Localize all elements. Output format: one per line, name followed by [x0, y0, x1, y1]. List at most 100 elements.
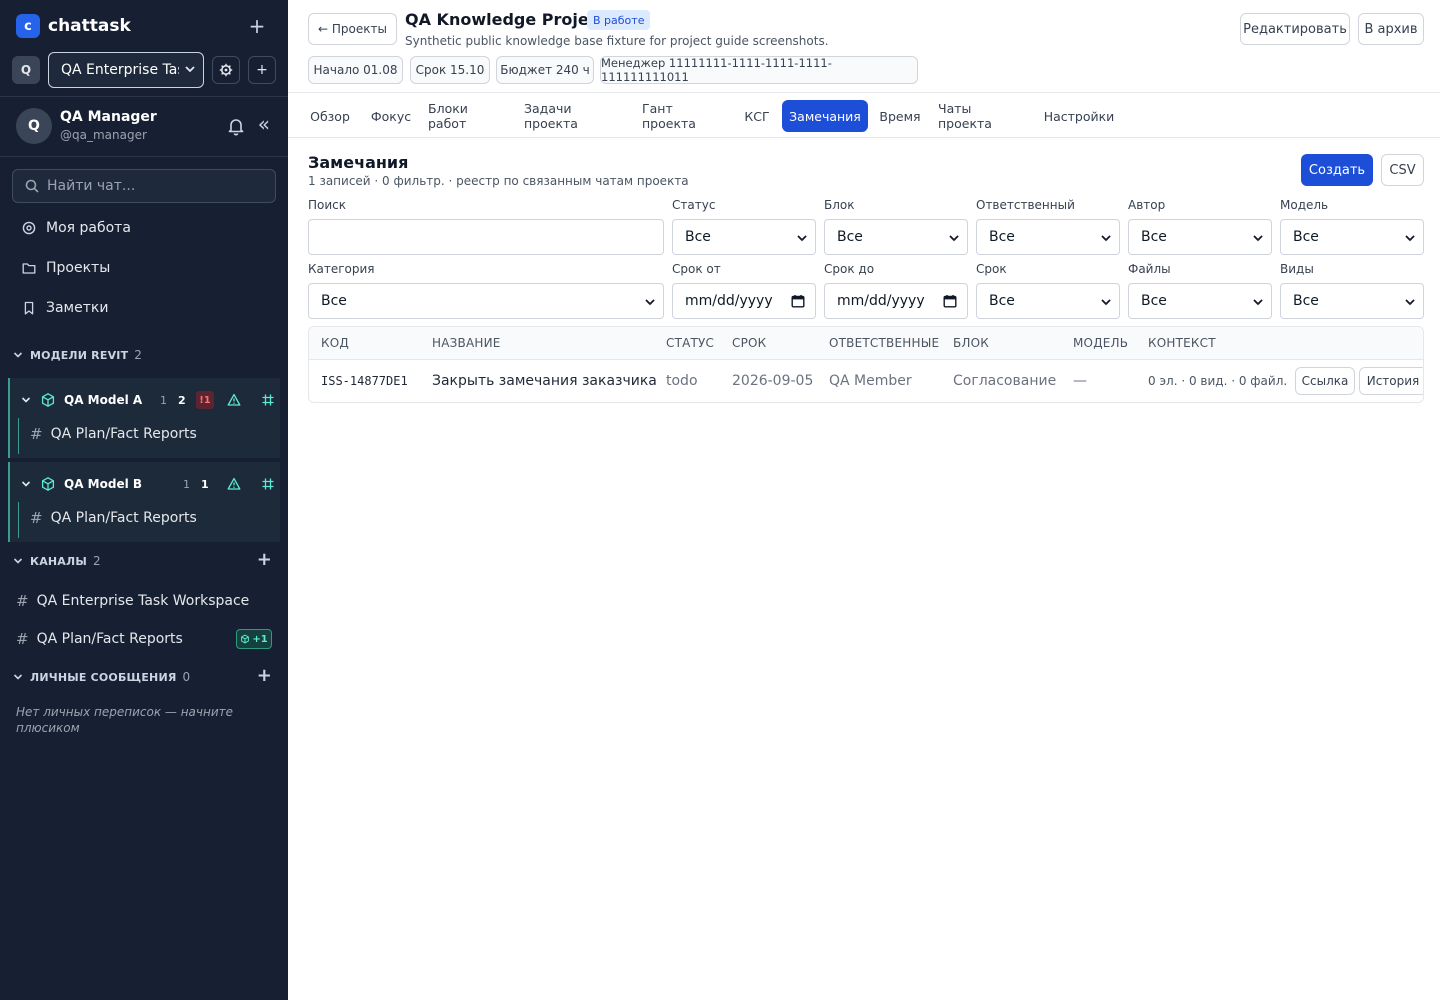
- add-workspace-button[interactable]: +: [248, 56, 276, 84]
- warning-icon[interactable]: [227, 393, 241, 407]
- workspace-select[interactable]: QA Enterprise Task Workspace: [48, 52, 204, 88]
- badge-text: +1: [252, 633, 268, 645]
- new-chat-button[interactable]: +: [242, 11, 272, 41]
- tab-work-blocks[interactable]: Блоки работ: [428, 100, 510, 132]
- section-subtitle: 1 записей · 0 фильтр. · реестр по связан…: [308, 174, 689, 188]
- filter-label: Срок от: [672, 262, 721, 276]
- warning-icon[interactable]: [227, 477, 241, 491]
- field-value: Все: [989, 229, 1015, 245]
- model-channel-item[interactable]: # QA Plan/Fact Reports: [30, 422, 197, 446]
- tab-overview[interactable]: Обзор: [306, 100, 354, 132]
- filter-label: Блок: [824, 198, 855, 212]
- tab-issues[interactable]: Замечания: [782, 100, 868, 132]
- channel-name: QA Plan/Fact Reports: [50, 510, 197, 526]
- tree-line: [18, 502, 19, 538]
- issue-name[interactable]: Закрыть замечания заказчика: [432, 373, 657, 389]
- model-channel-item[interactable]: # QA Plan/Fact Reports: [30, 506, 197, 530]
- status-select[interactable]: Все: [672, 219, 816, 255]
- edit-project-button[interactable]: Редактировать: [1240, 13, 1350, 45]
- tab-time[interactable]: Время: [878, 100, 922, 132]
- collapse-sidebar-icon[interactable]: «: [258, 114, 270, 134]
- nav-notes[interactable]: Заметки: [16, 292, 272, 324]
- tab-project-gantt[interactable]: Гант проекта: [642, 100, 728, 132]
- tab-settings[interactable]: Настройки: [1044, 100, 1115, 132]
- column-header[interactable]: КОД: [321, 336, 349, 350]
- author-select[interactable]: Все: [1128, 219, 1272, 255]
- field-value: Все: [1293, 229, 1319, 245]
- filter-label: Статус: [672, 198, 716, 212]
- channel-model-badge[interactable]: +1: [236, 629, 272, 649]
- column-header[interactable]: СРОК: [732, 336, 766, 350]
- section-dms-header[interactable]: ЛИЧНЫЕ СООБЩЕНИЯ 0 +: [12, 665, 276, 687]
- column-header[interactable]: НАЗВАНИЕ: [432, 336, 501, 350]
- archive-project-button[interactable]: В архив: [1358, 13, 1424, 45]
- model-unread: 2: [178, 393, 186, 407]
- grid-icon[interactable]: [261, 477, 275, 491]
- back-to-projects-button[interactable]: ← Проекты: [308, 13, 397, 45]
- bell-icon[interactable]: [226, 116, 246, 136]
- create-issue-button[interactable]: Создать: [1301, 154, 1373, 186]
- files-select[interactable]: Все: [1128, 283, 1272, 319]
- column-header[interactable]: СТАТУС: [666, 336, 714, 350]
- block-select[interactable]: Все: [824, 219, 968, 255]
- add-dm-button[interactable]: +: [257, 665, 272, 686]
- field-value: Все: [1141, 229, 1167, 245]
- issue-link-button[interactable]: Ссылка: [1295, 367, 1355, 395]
- channel-name: QA Plan/Fact Reports: [36, 631, 183, 647]
- filter-label: Автор: [1128, 198, 1166, 212]
- hash-icon: #: [30, 509, 43, 527]
- grid-icon[interactable]: [261, 393, 275, 407]
- tab-project-chats[interactable]: Чаты проекта: [938, 100, 1028, 132]
- brand-name[interactable]: chattask: [48, 16, 131, 36]
- column-header[interactable]: БЛОК: [953, 336, 989, 350]
- category-select[interactable]: Все: [308, 283, 664, 319]
- channel-item[interactable]: # QA Enterprise Task Workspace: [16, 589, 272, 613]
- workspace-settings-button[interactable]: [212, 56, 240, 84]
- model-select[interactable]: Все: [1280, 219, 1424, 255]
- nav-my-work[interactable]: Моя работа: [16, 212, 272, 244]
- section-channels-header[interactable]: КАНАЛЫ 2 +: [12, 549, 276, 571]
- add-channel-button[interactable]: +: [257, 549, 272, 570]
- nav-projects[interactable]: Проекты: [16, 252, 272, 284]
- issue-history-button[interactable]: История: [1359, 367, 1423, 395]
- tab-ksg[interactable]: КСГ: [742, 100, 772, 132]
- brand-logo[interactable]: c: [16, 14, 40, 38]
- calendar-icon[interactable]: [791, 294, 805, 308]
- calendar-icon[interactable]: [943, 294, 957, 308]
- views-select[interactable]: Все: [1280, 283, 1424, 319]
- model-header[interactable]: QA Model A 1 2 !1: [20, 390, 276, 410]
- due-to-input[interactable]: mm/dd/yyyy: [824, 283, 968, 319]
- issue-search-input[interactable]: [308, 219, 664, 255]
- model-block-a: QA Model A 1 2 !1 # QA Plan/Fact Reports: [8, 378, 280, 458]
- chevron-down-icon: [1405, 235, 1415, 242]
- filter-label: Срок: [976, 262, 1007, 276]
- export-csv-button[interactable]: CSV: [1381, 154, 1424, 186]
- tab-focus[interactable]: Фокус: [368, 100, 414, 132]
- chevron-down-icon: [21, 397, 31, 403]
- table-header: КОД НАЗВАНИЕ СТАТУС СРОК ОТВЕТСТВЕННЫЕ Б…: [309, 327, 1423, 360]
- model-name: QA Model B: [64, 477, 143, 491]
- user-profile[interactable]: Q QA Manager @qa_manager «: [16, 108, 272, 146]
- nav-label: Заметки: [46, 300, 109, 316]
- assignee-select[interactable]: Все: [976, 219, 1120, 255]
- section-models-header[interactable]: МОДЕЛИ REVIT 2: [12, 345, 276, 365]
- model-header[interactable]: QA Model B 1 1: [20, 474, 276, 494]
- due-select[interactable]: Все: [976, 283, 1120, 319]
- alert-badge[interactable]: !1: [196, 391, 214, 409]
- channel-item[interactable]: # QA Plan/Fact Reports +1: [16, 627, 272, 651]
- column-header[interactable]: КОНТЕКСТ: [1148, 336, 1216, 350]
- cube-icon: [241, 634, 250, 644]
- avatar: Q: [16, 108, 52, 144]
- issue-code: ISS-14877DE1: [321, 374, 408, 388]
- chevron-down-icon: [21, 481, 31, 487]
- field-value: Все: [837, 229, 863, 245]
- column-header[interactable]: ОТВЕТСТВЕННЫЕ: [829, 336, 939, 350]
- section-count: 2: [134, 348, 143, 362]
- gear-icon: [219, 63, 233, 77]
- chat-search-input[interactable]: Найти чат...: [12, 169, 276, 203]
- field-value: mm/dd/yyyy: [837, 293, 925, 309]
- sidebar: c chattask + Q QA Enterprise Task Worksp…: [0, 0, 288, 1000]
- tab-project-tasks[interactable]: Задачи проекта: [524, 100, 628, 132]
- column-header[interactable]: МОДЕЛЬ: [1073, 336, 1128, 350]
- due-from-input[interactable]: mm/dd/yyyy: [672, 283, 816, 319]
